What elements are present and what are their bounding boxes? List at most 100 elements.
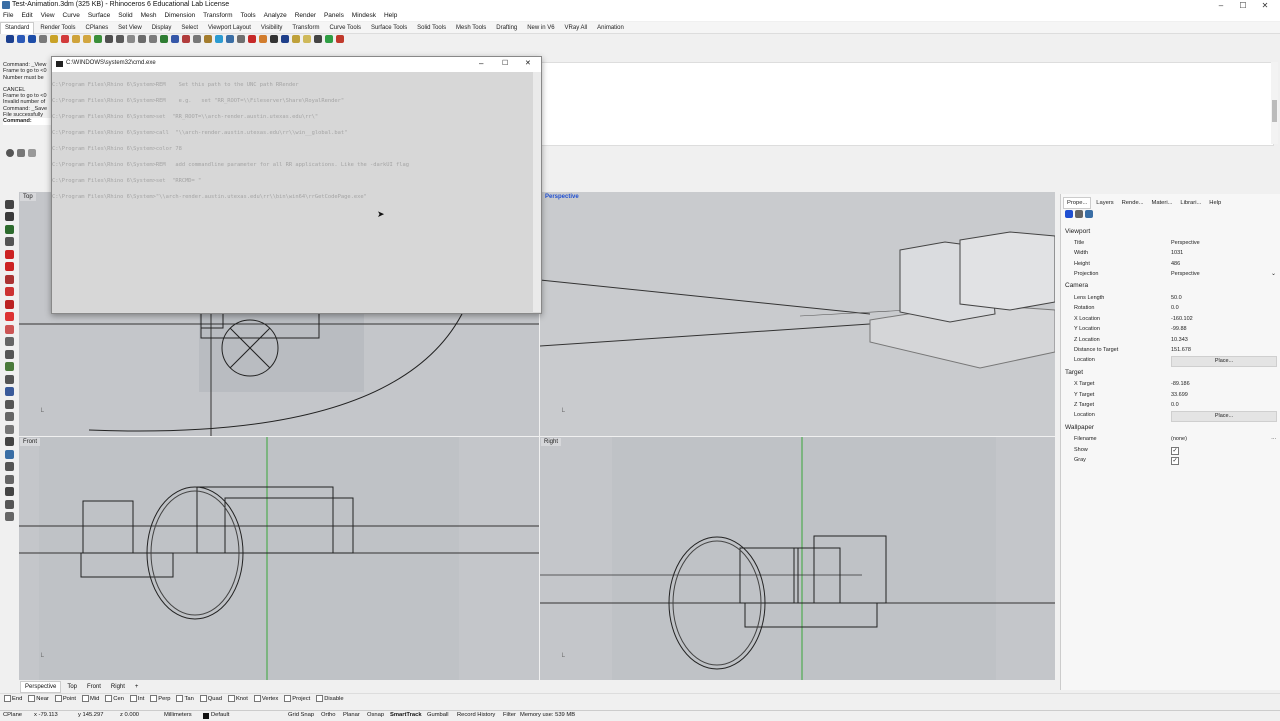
tab-surface-tools[interactable]: Surface Tools — [367, 23, 411, 34]
menu-render[interactable]: Render — [292, 11, 319, 21]
camera-place-button[interactable]: Place... — [1171, 356, 1277, 367]
osnap-quad[interactable]: Quad — [199, 694, 222, 705]
ellipse-icon[interactable] — [5, 274, 14, 284]
tab-visibility[interactable]: Visibility — [257, 23, 287, 34]
open-icon[interactable] — [16, 35, 25, 43]
circle-tool-icon[interactable] — [5, 249, 14, 259]
add-viewport-button[interactable]: + — [131, 682, 143, 692]
tab-animation[interactable]: Animation — [593, 23, 628, 34]
box-icon[interactable] — [5, 349, 14, 359]
menu-tools[interactable]: Tools — [237, 11, 258, 21]
viewport-label-right[interactable]: Right — [541, 438, 562, 446]
target-place-button[interactable]: Place... — [1171, 411, 1277, 422]
filter-toggle[interactable]: Filter — [503, 712, 516, 718]
sphere-icon[interactable] — [159, 35, 168, 43]
grid-snap-toggle[interactable]: Grid Snap — [288, 712, 314, 718]
tab-solid-tools[interactable]: Solid Tools — [413, 23, 450, 34]
circle-icon[interactable] — [225, 35, 234, 43]
osnap-near[interactable]: Near — [28, 694, 49, 705]
record-history-toggle[interactable]: Record History — [457, 712, 495, 718]
menu-solid[interactable]: Solid — [115, 11, 135, 21]
layout-icon[interactable] — [27, 149, 36, 157]
print-icon[interactable] — [38, 35, 47, 43]
projection-dropdown[interactable]: Perspective — [1171, 271, 1200, 277]
vp-tab-perspective[interactable]: Perspective — [20, 681, 62, 693]
layer-display[interactable]: Default — [211, 712, 229, 718]
tab-help[interactable]: Help — [1206, 198, 1224, 208]
polygon-icon[interactable] — [5, 299, 14, 309]
tab-libraries[interactable]: Librari... — [1177, 198, 1204, 208]
menu-analyze[interactable]: Analyze — [261, 11, 290, 21]
tab-mesh-tools[interactable]: Mesh Tools — [452, 23, 490, 34]
chevron-down-icon[interactable]: ⌄ — [1271, 270, 1276, 277]
cmd-title-bar[interactable]: C:\WINDOWS\system32\cmd.exe – ☐ ✕ — [52, 57, 541, 72]
tab-display[interactable]: Display — [148, 23, 176, 34]
tab-select[interactable]: Select — [177, 23, 202, 34]
stop-icon[interactable] — [335, 35, 344, 43]
lock-icon[interactable] — [291, 35, 300, 43]
menu-dimension[interactable]: Dimension — [161, 11, 198, 21]
shaded-icon[interactable] — [170, 35, 179, 43]
units-display[interactable]: Millimeters — [164, 712, 192, 718]
tab-rendering[interactable]: Rende... — [1119, 198, 1147, 208]
settings-tool-icon[interactable] — [5, 512, 14, 521]
checker-icon[interactable] — [269, 35, 278, 43]
render-icon[interactable] — [258, 35, 267, 43]
grid-icon[interactable] — [192, 35, 201, 43]
viewport-perspective[interactable]: └ Perspective — [540, 192, 1055, 436]
light-icon[interactable] — [203, 35, 212, 43]
zoom-window-icon[interactable] — [137, 35, 146, 43]
properties-icon[interactable] — [49, 35, 58, 43]
zoom-tool-icon[interactable] — [5, 462, 14, 471]
gray-checkbox[interactable]: ✓ — [1171, 457, 1179, 465]
extrude-icon[interactable] — [5, 337, 14, 346]
tab-cplanes[interactable]: CPlanes — [82, 23, 113, 34]
tab-viewport-layout[interactable]: Viewport Layout — [204, 23, 255, 34]
tab-materials[interactable]: Materi... — [1149, 198, 1176, 208]
object-props-icon[interactable] — [1075, 210, 1083, 218]
vp-tab-right[interactable]: Right — [107, 682, 129, 692]
tab-set-view[interactable]: Set View — [114, 23, 146, 34]
target-icon[interactable] — [280, 35, 289, 43]
save-icon[interactable] — [27, 35, 36, 43]
menu-surface[interactable]: Surface — [85, 11, 113, 21]
cmd-close-button[interactable]: ✕ — [525, 59, 531, 67]
tab-layers[interactable]: Layers — [1093, 198, 1116, 208]
scrollbar-thumb[interactable] — [1272, 100, 1277, 122]
osnap-cen[interactable]: Cen — [105, 694, 124, 705]
arc-icon[interactable] — [5, 262, 14, 271]
snapshot-icon[interactable] — [5, 487, 14, 496]
pan-tool-icon[interactable] — [5, 474, 14, 484]
menu-view[interactable]: View — [38, 11, 58, 21]
freeform-icon[interactable] — [5, 312, 14, 321]
show-checkbox[interactable]: ✓ — [1171, 447, 1179, 455]
menu-mindesk[interactable]: Mindesk — [349, 11, 379, 21]
select-arrow-icon[interactable] — [5, 199, 14, 209]
display-mode-icon[interactable] — [313, 35, 322, 43]
command-scrollbar[interactable] — [1271, 62, 1278, 144]
menu-transform[interactable]: Transform — [200, 11, 235, 21]
viewport-label-perspective[interactable]: Perspective — [542, 193, 582, 201]
osnap-vertex[interactable]: Vertex — [253, 694, 278, 705]
viewport-right[interactable]: └ Right — [540, 437, 1055, 680]
vp-tab-front[interactable]: Front — [83, 682, 105, 692]
menu-file[interactable]: File — [0, 11, 16, 21]
ortho-toggle[interactable]: Ortho — [321, 712, 336, 718]
osnap-knot[interactable]: Knot — [227, 694, 248, 705]
render-sphere-icon[interactable] — [214, 35, 223, 43]
zoom-icon[interactable] — [126, 35, 135, 43]
osnap-project[interactable]: Project — [284, 694, 310, 705]
refresh-icon[interactable] — [16, 149, 25, 157]
zoom-extents-icon[interactable] — [148, 35, 157, 43]
vp-tab-top[interactable]: Top — [63, 682, 81, 692]
camera-icon[interactable] — [5, 499, 14, 509]
folder-icon[interactable] — [302, 35, 311, 43]
smarttrack-toggle[interactable]: SmartTrack — [390, 712, 422, 718]
tab-vray-all[interactable]: VRay All — [561, 23, 592, 34]
analyze-icon[interactable] — [5, 449, 14, 459]
rectangle-icon[interactable] — [5, 287, 14, 296]
paste-icon[interactable] — [82, 35, 91, 43]
viewport-label-top[interactable]: Top — [20, 193, 36, 201]
cmd-window[interactable]: C:\WINDOWS\system32\cmd.exe – ☐ ✕ C:\Pro… — [51, 56, 542, 314]
osnap-point[interactable]: Point — [54, 694, 76, 705]
